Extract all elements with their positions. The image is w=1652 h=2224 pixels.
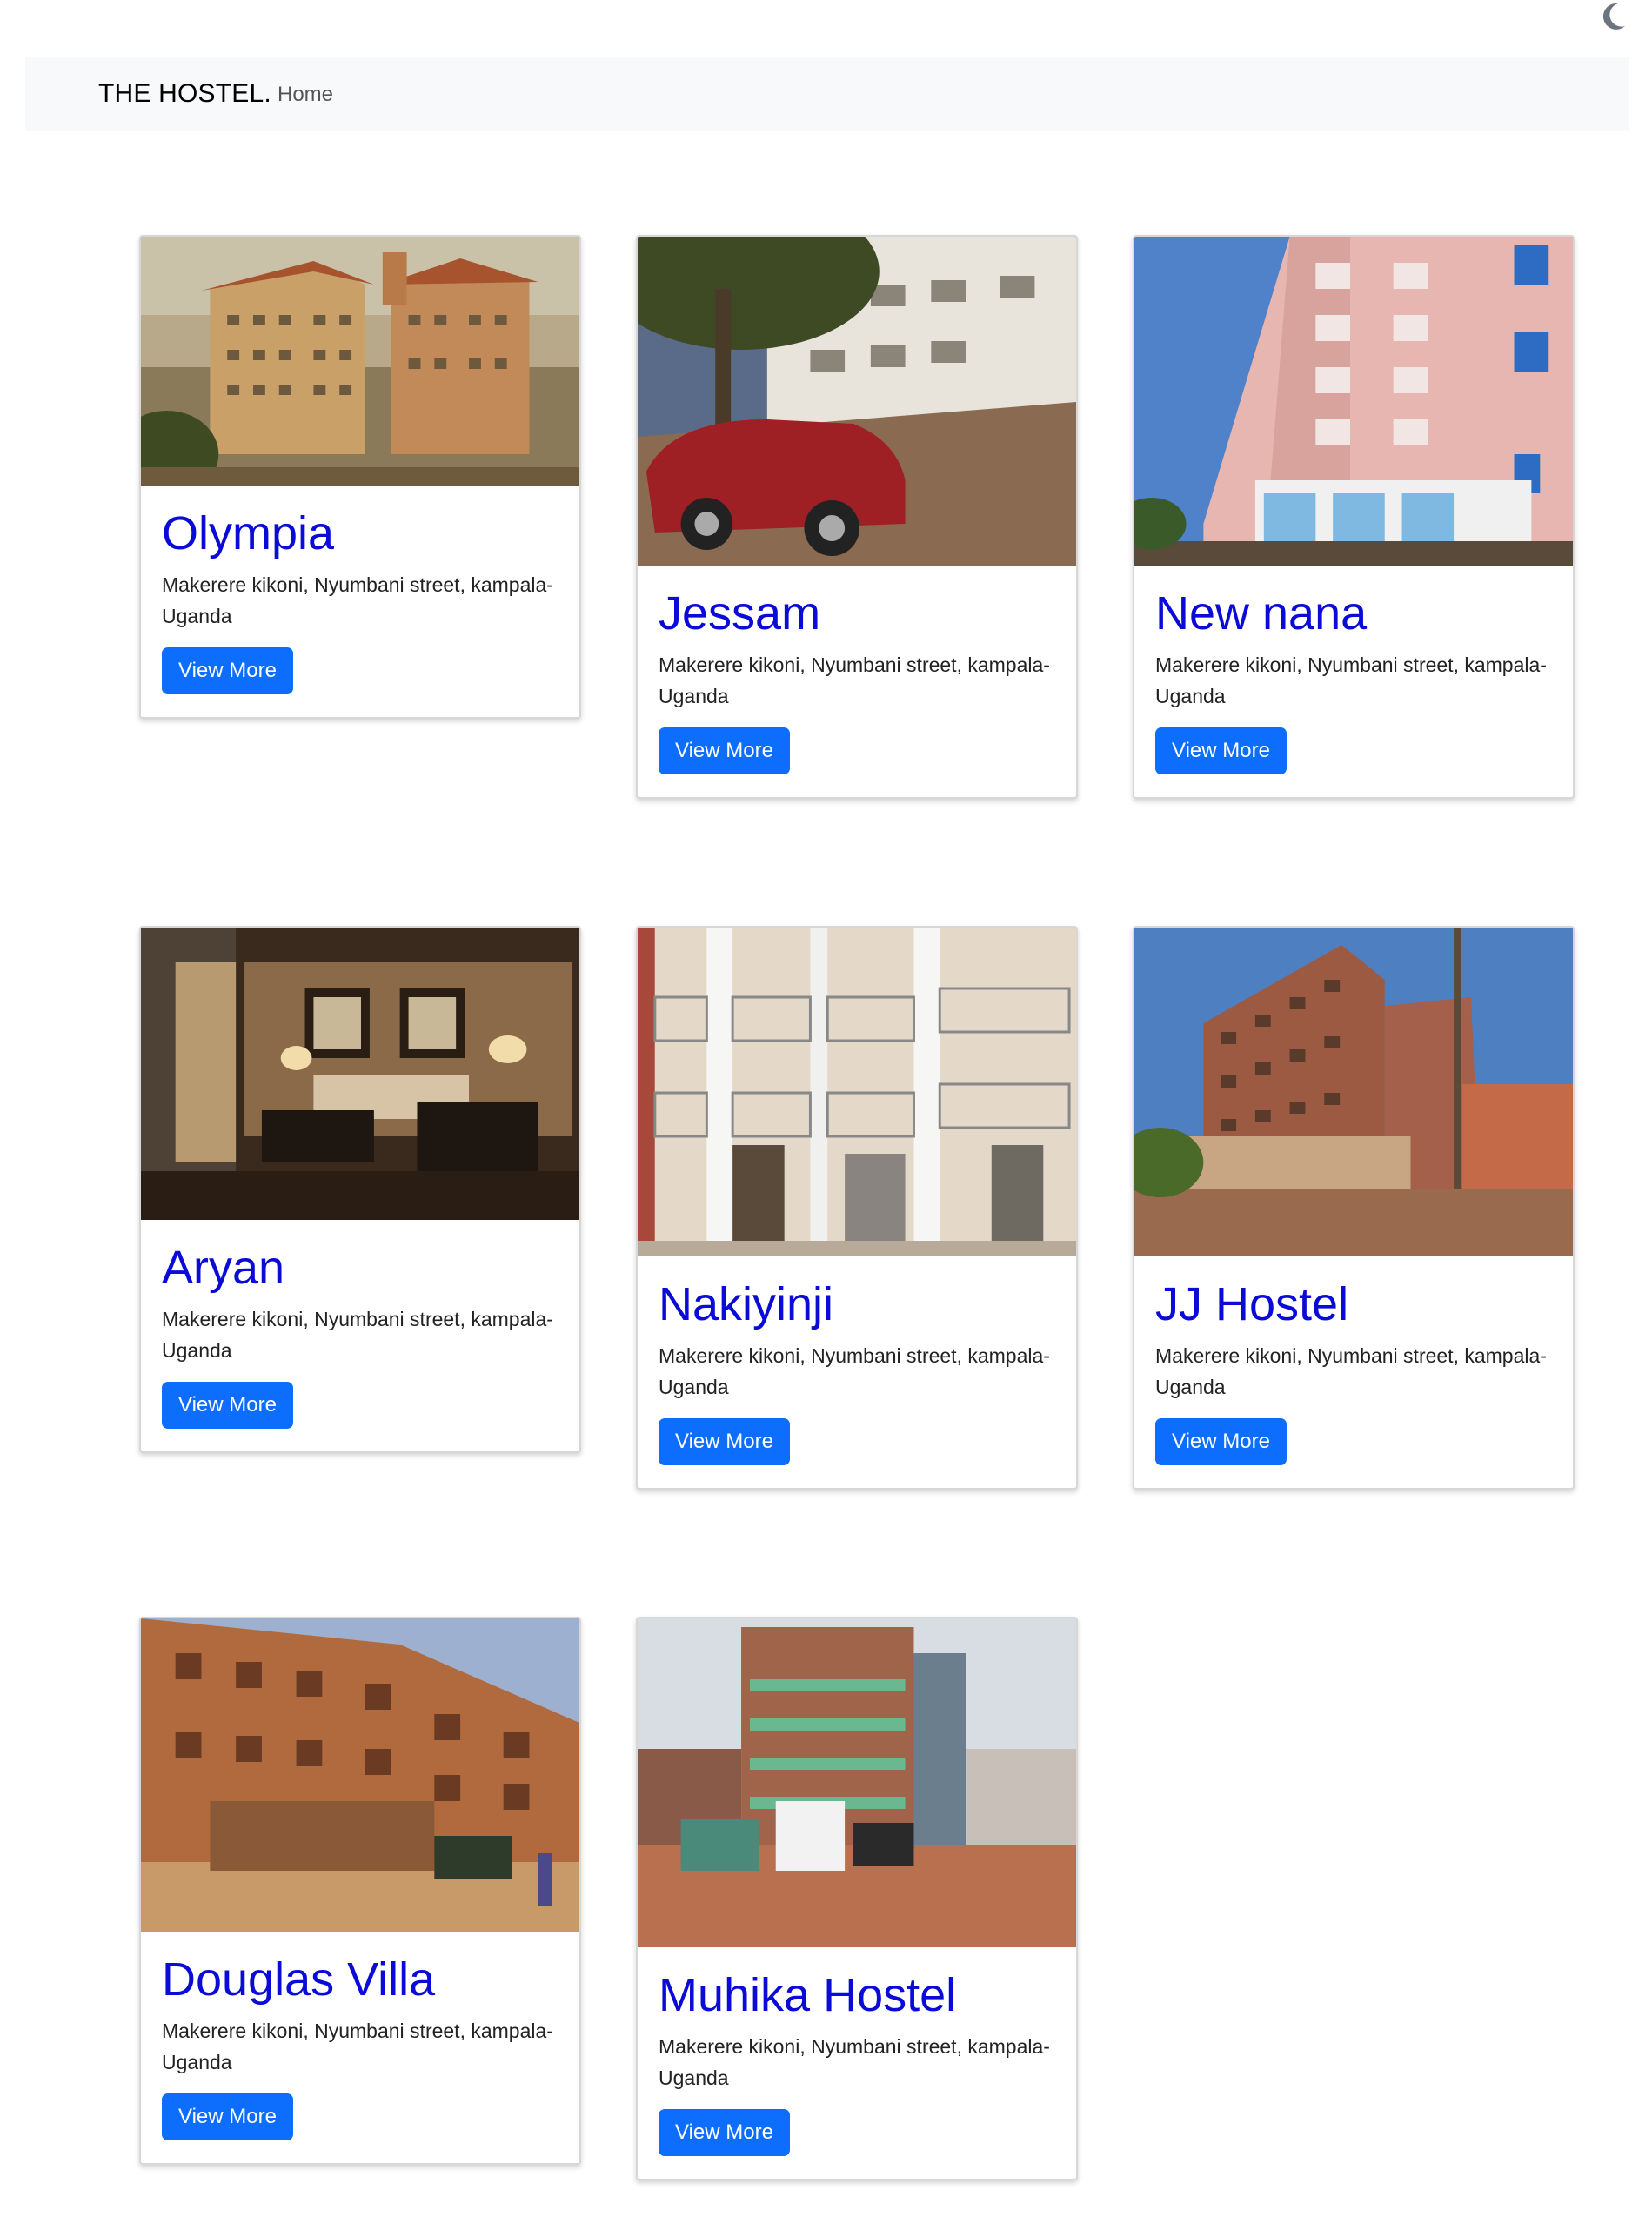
card-body: Nakiyinji Makerere kikoni, Nyumbani stre… [638,1256,1076,1488]
hostel-image [141,928,579,1220]
hostel-image [1134,237,1573,566]
hostel-card: Aryan Makerere kikoni, Nyumbani street, … [139,926,581,1454]
hostel-address: Makerere kikoni, Nyumbani street, kampal… [659,653,1050,708]
hostel-image [141,1618,579,1932]
card-body: New nana Makerere kikoni, Nyumbani stree… [1134,566,1573,797]
card-body: Jessam Makerere kikoni, Nyumbani street,… [638,566,1076,797]
view-more-button[interactable]: View More [162,647,293,695]
card-body: JJ Hostel Makerere kikoni, Nyumbani stre… [1134,1256,1573,1488]
view-more-button[interactable]: View More [659,1418,790,1466]
hostel-name: Nakiyinji [659,1278,834,1330]
view-more-button[interactable]: View More [659,727,790,775]
hostel-card: JJ Hostel Makerere kikoni, Nyumbani stre… [1133,926,1575,1490]
hostel-address: Makerere kikoni, Nyumbani street, kampal… [1155,1344,1547,1399]
view-more-button[interactable]: View More [1155,727,1287,775]
hostel-name: JJ Hostel [1155,1278,1349,1330]
hostel-name: Douglas Villa [162,1953,436,2006]
hostel-card: Nakiyinji Makerere kikoni, Nyumbani stre… [636,926,1078,1490]
hostel-name: Aryan [162,1242,285,1294]
hostel-address: Makerere kikoni, Nyumbani street, kampal… [659,1344,1050,1399]
hostel-card: Jessam Makerere kikoni, Nyumbani street,… [636,235,1078,800]
hostel-name: Olympia [162,507,335,559]
hostel-card: Douglas Villa Makerere kikoni, Nyumbani … [139,1617,581,2166]
card-body: Aryan Makerere kikoni, Nyumbani street, … [141,1220,579,1451]
hostel-card: Olympia Makerere kikoni, Nyumbani street… [139,235,581,720]
navbar: THE HOSTEL. Home [25,57,1629,131]
card-body: Muhika Hostel Makerere kikoni, Nyumbani … [638,1947,1076,2179]
card-body: Olympia Makerere kikoni, Nyumbani street… [141,486,579,717]
hostel-name: Muhika Hostel [659,1969,957,2021]
hostel-image [638,1618,1076,1947]
view-more-button[interactable]: View More [162,1382,293,1430]
hostel-name: Jessam [659,587,821,640]
nav-link-home[interactable]: Home [278,83,333,107]
hostel-card: New nana Makerere kikoni, Nyumbani stree… [1133,235,1575,800]
view-more-button[interactable]: View More [659,2109,790,2157]
hostel-address: Makerere kikoni, Nyumbani street, kampal… [1155,653,1547,708]
moon-icon [1595,0,1629,33]
hostel-image [638,237,1076,566]
brand-logo[interactable]: THE HOSTEL. [98,79,271,109]
hostel-address: Makerere kikoni, Nyumbani street, kampal… [659,2035,1050,2090]
hostel-image [141,237,579,486]
hostel-card: Muhika Hostel Makerere kikoni, Nyumbani … [636,1617,1078,2181]
theme-toggle[interactable] [1595,0,1629,33]
view-more-button[interactable]: View More [1155,1418,1287,1466]
hostel-image [1134,928,1573,1256]
hostel-name: New nana [1155,587,1368,640]
hostel-address: Makerere kikoni, Nyumbani street, kampal… [162,2020,553,2074]
hostel-address: Makerere kikoni, Nyumbani street, kampal… [162,573,553,628]
hostel-image [638,928,1076,1256]
card-body: Douglas Villa Makerere kikoni, Nyumbani … [141,1932,579,2163]
view-more-button[interactable]: View More [162,2093,293,2141]
hostel-address: Makerere kikoni, Nyumbani street, kampal… [162,1308,553,1363]
